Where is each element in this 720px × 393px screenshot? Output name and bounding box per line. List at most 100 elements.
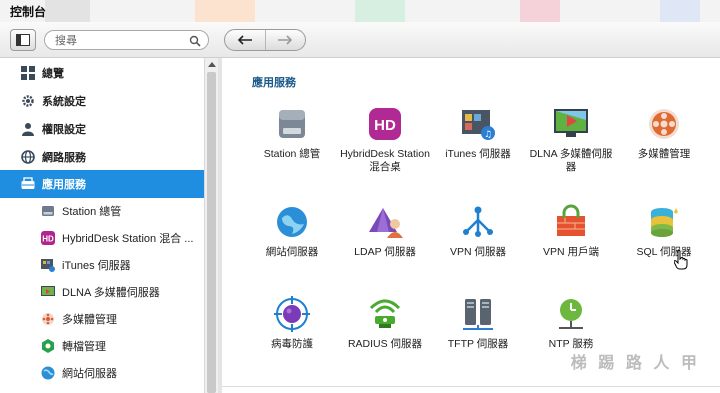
app-label: VPN 用戶端: [542, 246, 599, 258]
sidebar-item-dlna[interactable]: DLNA 多媒體伺服器: [0, 278, 204, 306]
app-label: iTunes 伺服器: [445, 148, 511, 160]
sidebar-item-multimedia[interactable]: 多媒體管理: [0, 305, 204, 333]
vpn-firewall-icon: [553, 204, 589, 240]
decorative-banner: [195, 0, 255, 22]
virus-shield-icon: [274, 296, 310, 332]
back-button[interactable]: [225, 30, 265, 50]
sidebar-item-web-server[interactable]: 網站伺服器: [0, 359, 204, 387]
dlna-icon: [553, 106, 589, 142]
sidebar-item-label: 網路服務: [42, 152, 86, 164]
sidebar-scrollbar[interactable]: [204, 58, 218, 393]
app-label: 病毒防護: [271, 338, 313, 350]
app-label: 網站伺服器: [265, 246, 319, 258]
decorative-banner: [520, 0, 560, 22]
app-label: LDAP 伺服器: [354, 246, 416, 258]
grid-icon: [20, 65, 36, 81]
svg-text:♫: ♫: [484, 130, 492, 140]
network-globe-icon: [20, 149, 36, 165]
forward-button[interactable]: [264, 30, 306, 50]
app-label: 多媒體管理: [637, 148, 691, 160]
dlna-icon: [40, 284, 56, 300]
section-heading: 應用服務: [252, 77, 296, 89]
decorative-banner: [355, 0, 405, 22]
hd-icon: HD: [40, 230, 56, 246]
sidebar-item-label: 系統設定: [42, 96, 86, 108]
sidebar-item-hybriddesk[interactable]: HD HybridDesk Station 混合 ...: [0, 224, 204, 252]
film-reel-icon: [40, 311, 56, 327]
ldap-icon: [367, 204, 403, 240]
app-label: SQL 伺服器: [636, 246, 692, 258]
sidebar-item-label: iTunes 伺服器: [62, 260, 131, 272]
svg-text:HD: HD: [42, 235, 54, 244]
sidebar-item-application-services[interactable]: 應用服務: [0, 170, 204, 198]
drive-icon: [274, 106, 310, 142]
app-itunes[interactable]: ♫ iTunes 伺服器: [433, 106, 523, 161]
web-globe-icon: [40, 365, 56, 381]
hand-cursor-icon: [673, 250, 688, 275]
sidebar-item-overview[interactable]: 總覽: [0, 59, 204, 87]
search-box: [44, 30, 209, 50]
app-services-icon: [20, 176, 36, 192]
itunes-icon: ♫: [460, 106, 496, 142]
app-radius-server[interactable]: RADIUS 伺服器: [340, 296, 430, 351]
app-ntp-service[interactable]: NTP 服務: [526, 296, 616, 351]
toolbar: [0, 22, 720, 58]
watermark-text: 梯 踢 路 人 甲: [570, 353, 700, 372]
app-label: DLNA 多媒體伺服器: [529, 148, 613, 173]
view-toggle-button[interactable]: [10, 29, 36, 51]
sidebar-item-label: 應用服務: [42, 179, 86, 191]
app-tftp-server[interactable]: TFTP 伺服器: [433, 296, 523, 351]
svg-text:HD: HD: [374, 117, 396, 134]
sidebar-item-label: 網站伺服器: [62, 368, 117, 380]
sidebar-item-network-services[interactable]: 網路服務: [0, 143, 204, 171]
app-antivirus[interactable]: 病毒防護: [247, 296, 337, 351]
radius-icon: [367, 296, 403, 332]
vpn-antenna-icon: [460, 204, 496, 240]
scrollbar-thumb[interactable]: [207, 72, 216, 393]
decorative-banner: [45, 0, 90, 22]
app-label: TFTP 伺服器: [447, 338, 509, 350]
sidebar-item-transcode[interactable]: 轉檔管理: [0, 332, 204, 360]
database-icon: [646, 204, 682, 240]
scroll-up-arrow-icon[interactable]: [208, 62, 216, 67]
sidebar-item-station-manager[interactable]: Station 總管: [0, 197, 204, 225]
sidebar-item-system-settings[interactable]: 系統設定: [0, 87, 204, 115]
app-label: Station 總管: [263, 148, 321, 160]
app-label: VPN 伺服器: [449, 246, 506, 258]
user-icon: [20, 121, 36, 137]
app-multimedia[interactable]: 多媒體管理: [619, 106, 709, 161]
sidebar-item-label: 總覽: [42, 68, 64, 80]
history-nav: [224, 29, 306, 51]
app-station-manager[interactable]: Station 總管: [247, 106, 337, 161]
itunes-icon: [40, 257, 56, 273]
app-dlna[interactable]: DLNA 多媒體伺服器: [526, 106, 616, 174]
sidebar-item-privilege[interactable]: 權限設定: [0, 115, 204, 143]
sidebar-item-label: DLNA 多媒體伺服器: [62, 287, 160, 299]
window-title: 控制台: [10, 5, 47, 19]
sidebar-item-label: HybridDesk Station 混合 ...: [62, 233, 194, 245]
app-label: HybridDesk Station 混合桌: [340, 148, 430, 173]
search-icon[interactable]: [189, 34, 201, 52]
sidebar-item-itunes[interactable]: iTunes 伺服器: [0, 251, 204, 279]
gear-icon: [20, 93, 36, 109]
decorative-banner: [660, 0, 700, 22]
app-web-server[interactable]: 網站伺服器: [247, 204, 337, 259]
app-label: RADIUS 伺服器: [347, 338, 423, 350]
app-sql-server[interactable]: SQL 伺服器: [619, 204, 709, 259]
app-vpn-client[interactable]: VPN 用戶端: [526, 204, 616, 259]
title-bar: 控制台: [0, 0, 720, 22]
drive-icon: [40, 203, 56, 219]
transcode-icon: [40, 338, 56, 354]
sidebar-item-label: 權限設定: [42, 124, 86, 136]
web-globe-icon: [274, 204, 310, 240]
app-ldap-server[interactable]: LDAP 伺服器: [340, 204, 430, 259]
sidebar-item-label: 轉檔管理: [62, 341, 106, 353]
arrow-right-icon: [278, 35, 293, 45]
app-vpn-server[interactable]: VPN 伺服器: [433, 204, 523, 259]
search-input[interactable]: [55, 33, 185, 48]
film-reel-icon: [646, 106, 682, 142]
bottom-divider: [222, 386, 720, 387]
sidebar-item-label: 多媒體管理: [62, 314, 117, 326]
app-hybriddesk[interactable]: HD HybridDesk Station 混合桌: [340, 106, 430, 174]
arrow-left-icon: [237, 35, 252, 45]
